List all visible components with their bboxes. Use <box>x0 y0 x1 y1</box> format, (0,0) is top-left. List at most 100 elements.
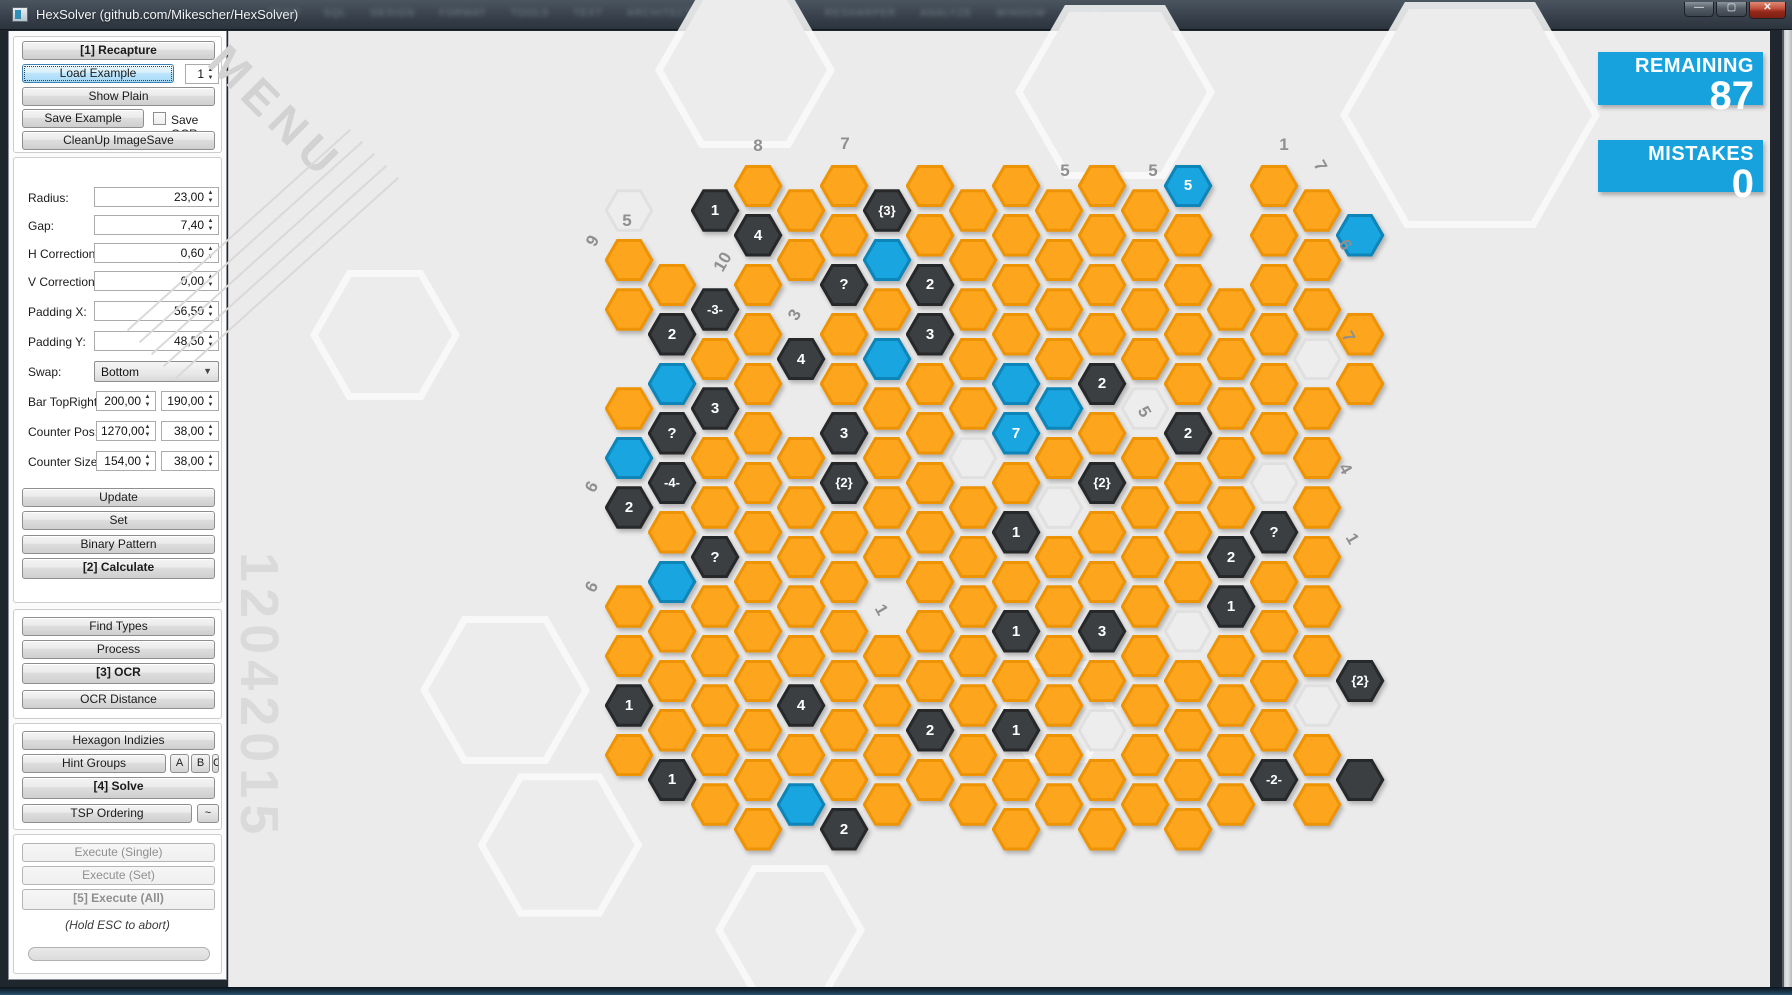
orange-cell[interactable] <box>863 734 912 777</box>
orange-cell[interactable] <box>992 264 1041 307</box>
orange-cell[interactable] <box>949 486 998 529</box>
orange-cell[interactable] <box>992 214 1041 257</box>
revealed-cell[interactable]: 3 <box>820 412 869 455</box>
orange-cell[interactable] <box>734 709 783 752</box>
orange-cell[interactable] <box>734 412 783 455</box>
orange-cell[interactable] <box>1207 387 1256 430</box>
revealed-cell[interactable]: 2 <box>820 808 869 851</box>
orange-cell[interactable] <box>1250 214 1299 257</box>
orange-cell[interactable] <box>777 189 826 232</box>
orange-cell[interactable] <box>1293 783 1342 826</box>
orange-cell[interactable] <box>1121 189 1170 232</box>
update-button[interactable]: Update <box>22 488 215 507</box>
orange-cell[interactable] <box>691 783 740 826</box>
orange-cell[interactable] <box>1121 635 1170 678</box>
orange-cell[interactable] <box>863 783 912 826</box>
orange-cell[interactable] <box>605 635 654 678</box>
orange-cell[interactable] <box>1250 561 1299 604</box>
revealed-cell[interactable]: 1 <box>992 511 1041 554</box>
orange-cell[interactable] <box>820 561 869 604</box>
revealed-cell[interactable]: {2} <box>820 462 869 505</box>
orange-cell[interactable] <box>1035 684 1084 727</box>
orange-cell[interactable] <box>906 165 955 208</box>
orange-cell[interactable] <box>949 338 998 381</box>
orange-cell[interactable] <box>1207 437 1256 480</box>
ocr-button[interactable]: [3] OCR <box>22 663 215 684</box>
orange-cell[interactable] <box>949 288 998 331</box>
orange-cell[interactable] <box>1164 759 1213 802</box>
load-example-count-input[interactable]: 1▲▼ <box>185 64 219 84</box>
orange-cell[interactable] <box>1121 338 1170 381</box>
orange-cell[interactable] <box>1164 660 1213 703</box>
orange-cell[interactable] <box>1078 412 1127 455</box>
orange-cell[interactable] <box>1121 437 1170 480</box>
orange-cell[interactable] <box>906 610 955 653</box>
orange-cell[interactable] <box>691 684 740 727</box>
orange-cell[interactable] <box>777 536 826 579</box>
orange-cell[interactable] <box>906 561 955 604</box>
orange-cell[interactable] <box>734 363 783 406</box>
execute-single-button[interactable]: Execute (Single) <box>22 843 215 862</box>
maximize-button[interactable]: ▢ <box>1716 2 1747 17</box>
orange-cell[interactable] <box>820 610 869 653</box>
orange-cell[interactable] <box>992 759 1041 802</box>
orange-cell[interactable] <box>863 684 912 727</box>
orange-cell[interactable] <box>1250 363 1299 406</box>
orange-cell[interactable] <box>1207 684 1256 727</box>
orange-cell[interactable] <box>777 585 826 628</box>
orange-cell[interactable] <box>1164 264 1213 307</box>
load-example-button[interactable]: Load Example <box>22 64 174 83</box>
orange-cell[interactable] <box>949 734 998 777</box>
orange-cell[interactable] <box>1035 288 1084 331</box>
orange-cell[interactable] <box>605 734 654 777</box>
orange-cell[interactable] <box>691 338 740 381</box>
orange-cell[interactable] <box>1035 585 1084 628</box>
orange-cell[interactable] <box>1164 709 1213 752</box>
orange-cell[interactable] <box>1035 189 1084 232</box>
orange-cell[interactable] <box>1250 660 1299 703</box>
orange-cell[interactable] <box>734 511 783 554</box>
orange-cell[interactable] <box>949 189 998 232</box>
orange-cell[interactable] <box>1250 709 1299 752</box>
orange-cell[interactable] <box>992 808 1041 851</box>
save-example-button[interactable]: Save Example <box>22 109 144 128</box>
orange-cell[interactable] <box>906 412 955 455</box>
orange-cell[interactable] <box>605 585 654 628</box>
orange-cell[interactable] <box>691 734 740 777</box>
orange-cell[interactable] <box>1293 635 1342 678</box>
orange-cell[interactable] <box>1250 610 1299 653</box>
orange-cell[interactable] <box>1293 734 1342 777</box>
orange-cell[interactable] <box>1207 288 1256 331</box>
revealed-cell[interactable]: 2 <box>1164 412 1213 455</box>
revealed-cell[interactable]: 3 <box>691 387 740 430</box>
orange-cell[interactable] <box>777 635 826 678</box>
revealed-cell[interactable]: ? <box>1250 511 1299 554</box>
orange-cell[interactable] <box>1164 808 1213 851</box>
spinner-arrows[interactable]: ▲▼ <box>205 66 216 82</box>
orange-cell[interactable] <box>648 610 697 653</box>
hint-group-c-button[interactable]: C <box>212 754 219 773</box>
revealed-cell[interactable]: 2 <box>906 264 955 307</box>
orange-cell[interactable] <box>1250 412 1299 455</box>
orange-cell[interactable] <box>1293 189 1342 232</box>
orange-cell[interactable] <box>605 288 654 331</box>
revealed-cell[interactable]: 2 <box>1207 536 1256 579</box>
orange-cell[interactable] <box>1164 363 1213 406</box>
orange-cell[interactable] <box>1164 561 1213 604</box>
orange-cell[interactable] <box>1336 363 1385 406</box>
orange-cell[interactable] <box>863 536 912 579</box>
orange-cell[interactable] <box>1035 437 1084 480</box>
orange-cell[interactable] <box>949 635 998 678</box>
revealed-cell[interactable]: 2 <box>605 486 654 529</box>
orange-cell[interactable] <box>1035 338 1084 381</box>
ocr-distance-button[interactable]: OCR Distance <box>22 690 215 709</box>
orange-cell[interactable] <box>1207 486 1256 529</box>
tsp-alt-button[interactable]: ~ <box>197 804 219 823</box>
marked-cell[interactable] <box>992 363 1041 406</box>
orange-cell[interactable] <box>992 313 1041 356</box>
orange-cell[interactable] <box>734 759 783 802</box>
tsp-ordering-button[interactable]: TSP Ordering <box>22 804 192 823</box>
orange-cell[interactable] <box>863 288 912 331</box>
revealed-cell[interactable]: 3 <box>906 313 955 356</box>
solve-button[interactable]: [4] Solve <box>22 777 215 799</box>
